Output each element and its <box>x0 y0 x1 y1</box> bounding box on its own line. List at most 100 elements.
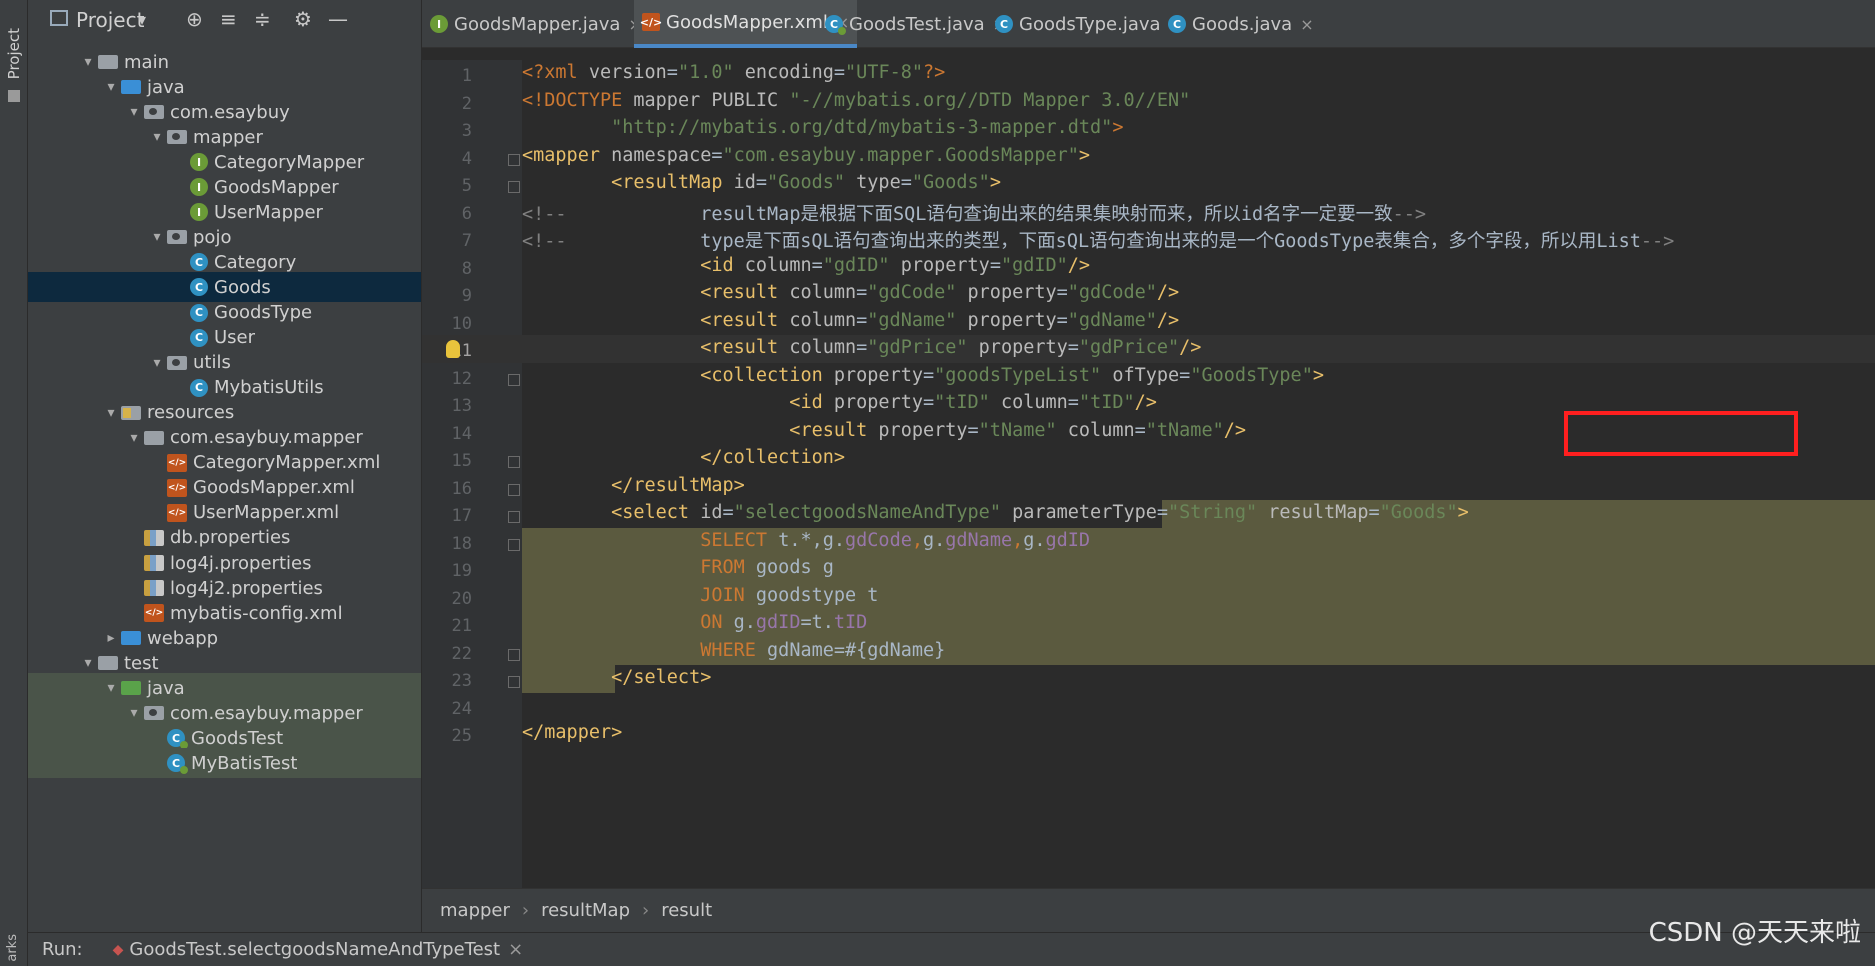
code-token: WHERE <box>522 639 768 661</box>
fold-marker-icon[interactable] <box>508 373 520 386</box>
expand-arrow-icon[interactable]: ▸ <box>101 630 121 646</box>
code-line[interactable]: 25 </mapper> <box>422 720 1875 748</box>
code-token: resultMap <box>1257 502 1369 523</box>
code-token: =t. <box>800 612 834 633</box>
tree-item-label: GoodsType <box>214 302 313 323</box>
expand-arrow-icon[interactable]: ▾ <box>147 129 167 145</box>
close-icon[interactable]: × <box>1300 15 1313 34</box>
tree-item-label: com.esaybuy <box>170 101 290 123</box>
code-line[interactable]: 6 <!-- resultMap是根据下面SQL语句查询出来的结果集映射而来，所以… <box>422 198 1875 226</box>
code-line[interactable]: 9 <result column="gdCode" property="gdCo… <box>422 280 1875 308</box>
code-line[interactable]: 8 <id column="gdID" property="gdID"/> <box>422 253 1875 281</box>
code-line[interactable]: 11 <result column="gdPrice" property="gd… <box>422 335 1875 363</box>
fold-marker-icon[interactable] <box>508 511 520 523</box>
code-area[interactable]: 1 <?xml version="1.0" encoding="UTF-8"?> 2… <box>422 60 1875 888</box>
xml-icon: </> <box>640 13 662 31</box>
xml-icon: </> <box>167 503 187 522</box>
code-text: <result column="gdName" property="gdName… <box>522 310 1179 331</box>
breadcrumb-item[interactable]: result <box>661 900 712 921</box>
code-line[interactable]: 23 </select> <box>422 665 1875 693</box>
code-line[interactable]: 10 <result column="gdName" property="gdN… <box>422 308 1875 336</box>
code-token: "com.esaybuy.mapper.GoodsMapper" <box>722 144 1079 166</box>
tree-item-label: CategoryMapper.xml <box>193 452 381 474</box>
expand-all-icon[interactable]: ≡ <box>220 7 237 31</box>
breadcrumb-item[interactable]: mapper <box>440 900 510 921</box>
fold-marker-icon[interactable] <box>508 181 520 193</box>
project-panel-title[interactable]: Project <box>76 8 144 32</box>
code-token: = <box>856 309 868 331</box>
project-tool-button[interactable]: Project <box>5 28 23 79</box>
line-number: 2 <box>461 93 472 114</box>
settings-gear-icon[interactable]: ⚙ <box>294 7 312 31</box>
code-line[interactable]: 1 <?xml version="1.0" encoding="UTF-8"?> <box>422 60 1875 88</box>
code-token: column <box>789 337 857 358</box>
locate-file-icon[interactable]: ⊕ <box>186 7 203 31</box>
code-line[interactable]: 19 FROM goods g <box>422 555 1875 583</box>
code-line[interactable]: 17 <select id="selectgoodsNameAndType" p… <box>422 500 1875 528</box>
folder-icon <box>8 90 20 102</box>
close-icon[interactable]: × <box>508 939 523 960</box>
code-token: property <box>956 282 1057 303</box>
lightbulb-icon[interactable] <box>446 340 460 358</box>
breadcrumb-item[interactable]: resultMap <box>541 900 630 921</box>
code-line[interactable]: 7 <!-- type是下面sQL语句查询出来的类型，下面sQL语句查询出来的是一… <box>422 225 1875 253</box>
expand-arrow-icon[interactable]: ▾ <box>124 104 144 120</box>
expand-arrow-icon[interactable]: ▾ <box>147 355 167 371</box>
fold-marker-icon[interactable] <box>508 648 520 661</box>
code-line[interactable]: 16 </resultMap> <box>422 473 1875 501</box>
code-line[interactable]: 4 <mapper namespace="com.esaybuy.mapper.G… <box>422 143 1875 171</box>
code-token: "gdID" <box>1000 254 1068 276</box>
props-icon <box>144 529 164 546</box>
code-token: --> <box>1640 231 1675 252</box>
code-text: WHERE gdName=#{gdName} <box>522 640 945 661</box>
tree-item-label: MybatisUtils <box>214 377 324 399</box>
code-token: gdID <box>1045 529 1091 551</box>
line-number: 10 <box>451 313 472 334</box>
fold-marker-icon[interactable] <box>508 483 520 496</box>
code-line[interactable]: 21 ON g.gdID=t.tID <box>422 610 1875 638</box>
code-token: <collection <box>522 364 834 386</box>
code-line[interactable]: 22 WHERE gdName=#{gdName} <box>422 638 1875 666</box>
code-token: tID <box>833 612 868 633</box>
expand-arrow-icon[interactable]: ▾ <box>101 680 121 696</box>
view-dropdown-icon[interactable]: ▾ <box>138 10 146 29</box>
code-line[interactable]: 5 <resultMap id="Goods" type="Goods"> <box>422 170 1875 198</box>
fold-marker-icon[interactable] <box>508 538 520 551</box>
fold-marker-icon[interactable] <box>508 456 520 468</box>
code-token: goodstype t <box>755 584 879 606</box>
code-token: = <box>1056 282 1068 303</box>
code-line[interactable]: 3 "http://mybatis.org/dtd/mybatis-3-mapp… <box>422 115 1875 143</box>
editor-tab[interactable]: IGoodsMapper.java× <box>422 0 650 48</box>
fold-marker-icon[interactable] <box>508 676 520 688</box>
run-config-tab[interactable]: GoodsTest.selectgoodsNameAndTypeTest <box>129 939 500 960</box>
code-text: <collection property="goodsTypeList" ofT… <box>522 365 1324 386</box>
code-line[interactable]: 2 <!DOCTYPE mapper PUBLIC "-//mybatis.org… <box>422 88 1875 116</box>
expand-arrow-icon[interactable]: ▾ <box>124 430 144 446</box>
bookmarks-tool-button[interactable]: arks <box>5 934 20 962</box>
cls-icon: C <box>1168 15 1186 33</box>
code-token: "Goods" <box>1379 502 1458 523</box>
code-token: /> <box>1179 337 1202 358</box>
expand-arrow-icon[interactable]: ▾ <box>124 705 144 721</box>
code-text: <result property="tName" column="tName"/… <box>522 420 1246 441</box>
expand-arrow-icon[interactable]: ▾ <box>78 655 98 671</box>
code-token: "GoodsType" <box>1190 364 1313 386</box>
line-number: 1 <box>461 66 472 86</box>
code-text: <id column="gdID" property="gdID"/> <box>522 255 1090 276</box>
fold-marker-icon[interactable] <box>508 153 520 166</box>
editor-tab[interactable]: C Goods.java × <box>1160 0 1322 48</box>
expand-arrow-icon[interactable]: ▾ <box>101 405 121 421</box>
expand-arrow-icon[interactable]: ▾ <box>147 229 167 245</box>
expand-arrow-icon[interactable]: ▾ <box>78 54 98 70</box>
code-line[interactable]: 18 SELECT t.*,g.gdCode,g.gdName,g.gdID <box>422 528 1875 556</box>
code-token: --> <box>1392 203 1427 225</box>
code-line[interactable]: 20 JOIN goodstype t <box>422 583 1875 611</box>
expand-arrow-icon[interactable]: ▾ <box>101 79 121 95</box>
hide-panel-icon[interactable]: — <box>328 7 348 31</box>
code-token: <select <box>522 502 701 523</box>
editor-tab[interactable]: CGoodsTest.java× <box>817 0 1014 48</box>
tree-item[interactable]: C MyBatisTest <box>28 748 421 779</box>
code-line[interactable]: 24 <box>422 693 1875 721</box>
collapse-all-icon[interactable]: ≑ <box>254 7 271 31</box>
code-line[interactable]: 12 <collection property="goodsTypeList" … <box>422 363 1875 391</box>
